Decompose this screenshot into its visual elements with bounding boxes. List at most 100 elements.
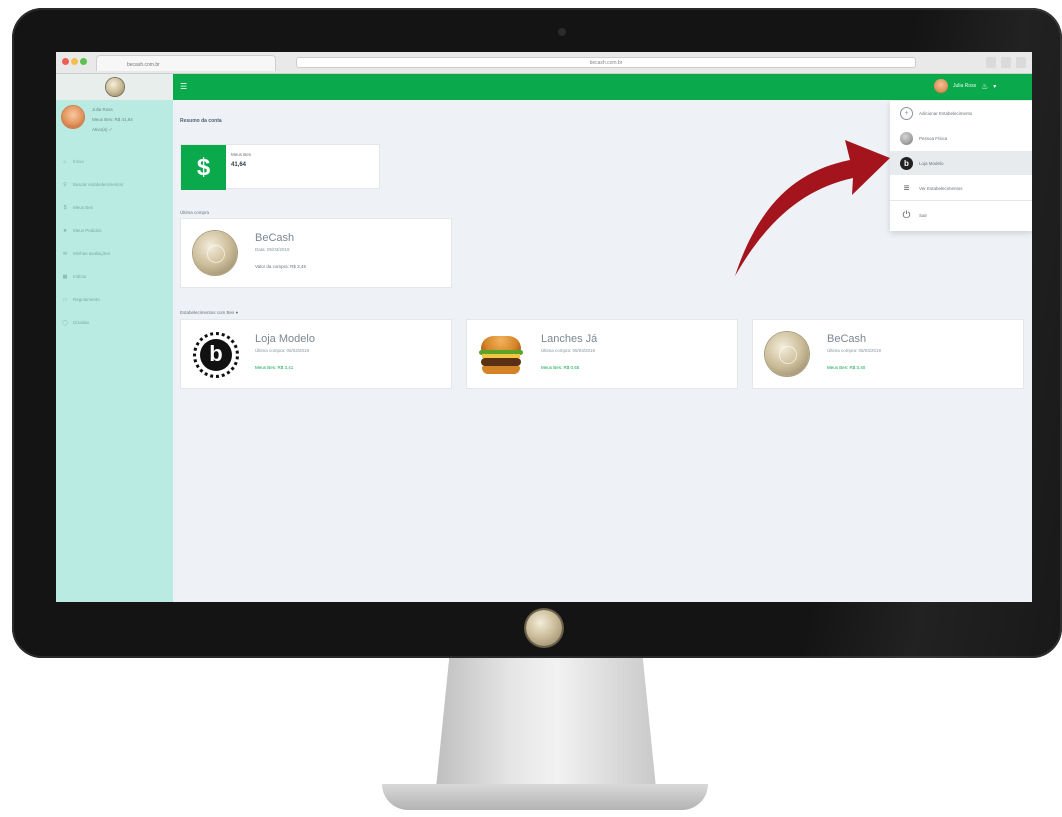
monitor-stand-base: [382, 784, 708, 810]
sidebar-item-label: Meus Bes: [73, 205, 94, 210]
browser-tab-title: becash.com.br: [127, 62, 160, 68]
chevron-down-icon[interactable]: ▾: [993, 83, 996, 90]
browser-menu-icon[interactable]: [986, 57, 996, 68]
card-balance-link[interactable]: Meus Bes: R$ 3,41: [255, 365, 293, 370]
becash-coin-icon: [193, 231, 237, 275]
brand-logo[interactable]: [56, 74, 173, 100]
monitor-logo-coin-icon: [526, 610, 562, 646]
app-topbar: [56, 74, 1032, 100]
sidebar-item-label: Dúvidas: [73, 320, 90, 325]
menu-divider: [890, 200, 1032, 201]
power-icon: ⏻: [902, 209, 911, 221]
profile-name: Julia Ross: [92, 107, 113, 112]
recent-purchase-label: Última compra: [180, 210, 210, 215]
card-purchase-value: Valor da compra: R$ 3,45: [255, 264, 306, 269]
card-title: BeCash: [827, 333, 867, 345]
user-menu[interactable]: Julia Ross ♨ ▾: [934, 79, 996, 93]
menu-item-loja-modelo[interactable]: b Loja Modelo: [890, 151, 1032, 175]
menu-item-pessoa-fisica[interactable]: Pessoa Física: [890, 126, 1032, 150]
profile-balance: Meus Bes: R$ 41,64: [92, 117, 133, 122]
browser-toolbar: becash.com.br becash.com.br: [56, 52, 1032, 74]
close-window-icon[interactable]: [62, 58, 69, 65]
menu-item-sair[interactable]: ⏻ Sair: [890, 203, 1032, 227]
coin-icon: [900, 131, 913, 145]
sidebar-item-inicio[interactable]: ⌂ Início: [62, 150, 170, 173]
recent-purchase-card[interactable]: BeCash Data: 05/03/2019 Valor da compra:…: [180, 218, 452, 288]
sidebar-item-meus-bes[interactable]: $ Meus Bes: [62, 196, 170, 219]
monitor-stand: [436, 658, 656, 788]
camera-icon: [558, 28, 566, 36]
sidebar-item-pedidos[interactable]: ★ Meus Pedidos: [62, 219, 170, 242]
card-date: Última compra: 05/03/2019: [255, 348, 310, 353]
sidebar-item-label: Buscar estabelecimentos: [73, 182, 124, 187]
menu-item-label: Loja Modelo: [919, 160, 944, 166]
star-icon: ★: [62, 227, 68, 234]
dollar-icon: $: [181, 145, 226, 190]
bell-icon[interactable]: ♨: [981, 82, 988, 91]
browser-tab[interactable]: becash.com.br: [96, 55, 276, 71]
card-date: Última compra: 05/03/2019: [827, 348, 882, 353]
balance-value: 41,64: [231, 162, 247, 168]
browser-extension-icon[interactable]: [1001, 57, 1011, 68]
avatar: [62, 106, 84, 128]
user-name: Julia Ross: [953, 83, 977, 89]
address-bar[interactable]: becash.com.br: [296, 57, 916, 68]
becash-coin-icon: [105, 78, 124, 96]
menu-icon[interactable]: ☰: [180, 83, 188, 91]
card-title: Lanches Já: [541, 333, 598, 345]
menu-item-label: Adicionar Estabelecimento: [919, 110, 973, 116]
dollar-icon: $: [63, 204, 67, 211]
plus-circle-icon: +: [900, 106, 913, 120]
balance-label: Meus Bes: [231, 152, 252, 157]
sidebar-item-label: Indicar: [73, 274, 87, 279]
page-title: Resumo da conta: [180, 118, 222, 124]
menu-item-label: Sair: [919, 212, 928, 218]
menu-item-label: Ver Estabelecimentos: [919, 185, 963, 191]
sidebar: Julia Ross Meus Bes: R$ 41,64 Ativo(a) ✓…: [56, 100, 173, 602]
sidebar-nav: ⌂ Início ⚲ Buscar estabelecimentos $ Meus B…: [62, 150, 170, 334]
search-icon: ⚲: [63, 181, 67, 188]
burger-icon: [479, 336, 523, 374]
sidebar-item-buscar[interactable]: ⚲ Buscar estabelecimentos: [62, 173, 170, 196]
user-dropdown-menu: + Adicionar Estabelecimento Pessoa Físic…: [890, 101, 1032, 231]
sidebar-item-duvidas[interactable]: ◯ Dúvidas: [62, 311, 170, 334]
screen: becash.com.br becash.com.br ☰ Julia Ross…: [56, 52, 1032, 602]
sidebar-profile: Julia Ross Meus Bes: R$ 41,64 Ativo(a) ✓: [62, 106, 172, 140]
sidebar-item-label: Regulamento: [73, 297, 100, 302]
home-icon: ⌂: [63, 158, 67, 165]
list-icon: ≡: [903, 182, 910, 194]
card-balance-link[interactable]: Meus Bes: R$ 3,40: [827, 365, 865, 370]
card-title: BeCash: [255, 232, 295, 244]
address-bar-url: becash.com.br: [589, 60, 623, 66]
minimize-window-icon[interactable]: [71, 58, 78, 65]
maximize-window-icon[interactable]: [80, 58, 87, 65]
chat-icon: ✉: [62, 250, 68, 257]
sidebar-item-label: Minhas avaliações: [73, 251, 111, 256]
card-title: Loja Modelo: [255, 333, 315, 345]
browser-settings-icon[interactable]: [1016, 57, 1026, 68]
sidebar-item-indicar[interactable]: ▦ Indicar: [62, 265, 170, 288]
sidebar-item-label: Início: [73, 159, 84, 164]
store-card[interactable]: BeCash Última compra: 05/03/2019 Meus Be…: [752, 319, 1024, 389]
store-card[interactable]: Lanches Já Última compra: 05/03/2019 Meu…: [466, 319, 738, 389]
sidebar-item-regulamento[interactable]: □ Regulamento: [62, 288, 170, 311]
help-icon: ◯: [62, 319, 68, 326]
menu-item-label: Pessoa Física: [919, 135, 948, 141]
sidebar-item-label: Meus Pedidos: [73, 228, 102, 233]
menu-item-add-establishment[interactable]: + Adicionar Estabelecimento: [890, 101, 1032, 125]
store-card[interactable]: b Loja Modelo Última compra: 05/03/2019 …: [180, 319, 452, 389]
menu-item-ver-estabelecimentos[interactable]: ≡ Ver Estabelecimentos: [890, 176, 1032, 200]
card-date: Data: 05/03/2019: [255, 247, 290, 252]
stores-label: Estabelecimentos com Bes ●: [180, 310, 239, 315]
balance-card: $ Meus Bes 41,64: [180, 144, 380, 190]
sidebar-item-avaliacoes[interactable]: ✉ Minhas avaliações: [62, 242, 170, 265]
profile-status: Ativo(a) ✓: [92, 127, 113, 132]
card-balance-link[interactable]: Meus Bes: R$ 0,55: [541, 365, 579, 370]
monitor-mockup: becash.com.br becash.com.br ☰ Julia Ross…: [0, 0, 1062, 817]
avatar: [934, 79, 948, 93]
card-date: Última compra: 05/03/2019: [541, 348, 596, 353]
store-b-icon: b: [900, 156, 913, 170]
grid-icon: ▦: [62, 273, 68, 280]
doc-icon: □: [63, 296, 67, 303]
loja-modelo-logo-icon: b: [193, 332, 239, 378]
